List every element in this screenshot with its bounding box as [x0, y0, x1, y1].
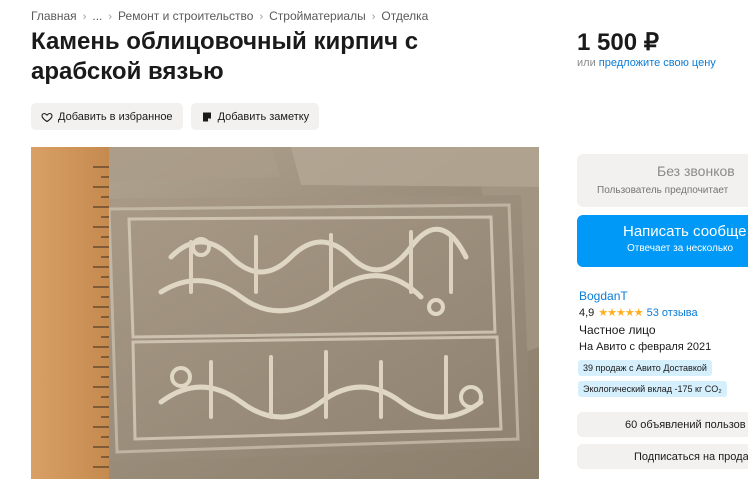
reviews-link[interactable]: 53 отзыва: [647, 307, 698, 319]
price-or-text: или: [577, 57, 596, 69]
seller-since: На Авито с февраля 2021: [579, 341, 712, 353]
write-message-title: Написать сообще: [623, 223, 747, 240]
breadcrumb: Главная ›... › Ремонт и строительство › Строй…: [31, 9, 428, 23]
page-title: Камень облицовочный кирпич с арабской вя…: [31, 28, 419, 85]
rating-stars-icon: ★★★★★: [598, 307, 643, 319]
breadcrumb-separator: ›: [108, 11, 113, 23]
price: 1 500 ₽: [577, 29, 659, 56]
add-note-button[interactable]: Добавить заметку: [190, 103, 320, 130]
breadcrumb-item-finishing[interactable]: Отделка: [381, 9, 428, 23]
breadcrumb-separator: ›: [259, 11, 264, 23]
breadcrumb-item-home[interactable]: Главная: [31, 9, 77, 23]
breadcrumb-item-repair[interactable]: Ремонт и строительство: [118, 9, 253, 23]
breadcrumb-separator: ›: [371, 11, 376, 23]
breadcrumb-item-materials[interactable]: Стройматериалы: [269, 9, 366, 23]
seller-type: Частное лицо: [579, 323, 656, 337]
seller-listings-button[interactable]: 60 объявлений пользов: [577, 412, 748, 437]
add-note-label: Добавить заметку: [217, 110, 310, 123]
offer-price-link[interactable]: предложите свою цену: [599, 57, 716, 69]
product-photo-image: [31, 147, 539, 479]
no-calls-title: Без звонков: [657, 163, 735, 179]
listing-actions: Добавить в избранное Добавить заметку: [31, 103, 320, 130]
note-icon: [202, 112, 211, 121]
no-calls-button[interactable]: Без звонков Пользователь предпочитает: [577, 154, 748, 207]
price-offer: или предложите свою цену: [577, 57, 716, 69]
add-to-favorites-label: Добавить в избранное: [58, 110, 173, 123]
heart-icon: [41, 112, 53, 122]
delivery-sales-badge[interactable]: 39 продаж с Авито Доставкой: [578, 360, 712, 376]
write-message-subtitle: Отвечает за несколько: [627, 243, 734, 254]
write-message-button[interactable]: Написать сообще Отвечает за несколько: [577, 215, 748, 267]
rating-value: 4,9: [579, 306, 595, 319]
breadcrumb-item-ellipsis[interactable]: ...: [92, 9, 102, 23]
breadcrumb-separator: ›: [82, 11, 87, 23]
eco-contribution-badge[interactable]: Экологический вклад -175 кг CO₂: [578, 381, 727, 397]
seller-name-link[interactable]: BogdanT: [579, 289, 628, 303]
subscribe-seller-button[interactable]: Подписаться на прода: [577, 444, 748, 469]
product-photo[interactable]: [31, 147, 539, 479]
no-calls-subtitle: Пользователь предпочитает: [597, 185, 729, 196]
add-to-favorites-button[interactable]: Добавить в избранное: [31, 103, 183, 130]
seller-rating: 4,9 ★★★★★ 53 отзыва: [579, 306, 698, 320]
